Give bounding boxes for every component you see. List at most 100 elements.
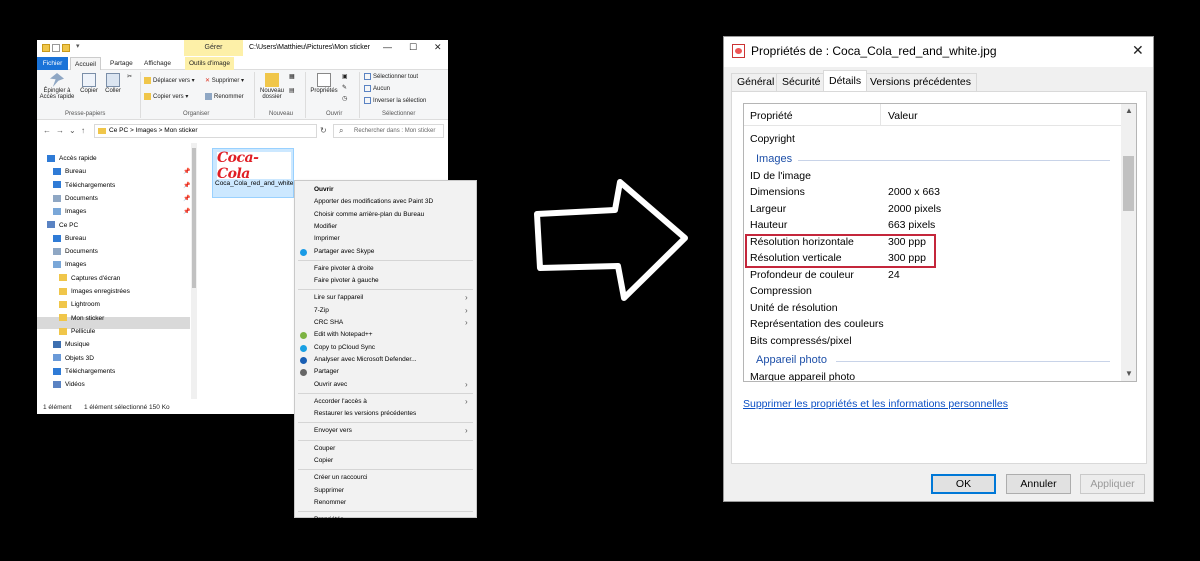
pin-icon[interactable]: 📌 bbox=[183, 195, 190, 202]
property-value[interactable]: 663 pixels bbox=[888, 219, 935, 231]
chevron-up-icon[interactable]: ▲ bbox=[1125, 106, 1133, 115]
context-menu-item[interactable]: Choisir comme arrière-plan du Bureau bbox=[314, 209, 424, 221]
nav-item[interactable]: Mon sticker bbox=[59, 313, 104, 325]
list-scrollbar[interactable] bbox=[1121, 104, 1136, 381]
property-label[interactable]: ID de l'image bbox=[750, 170, 811, 182]
nav-item[interactable]: Documents bbox=[53, 193, 98, 205]
tab-outils-image[interactable]: Outils d'image bbox=[185, 57, 234, 70]
context-menu-item[interactable]: Restaurer les versions précédentes bbox=[314, 408, 416, 420]
context-menu-item[interactable]: Imprimer bbox=[314, 233, 340, 245]
column-divider[interactable] bbox=[880, 104, 881, 126]
property-value[interactable]: 2000 x 663 bbox=[888, 186, 940, 198]
back-arrow-icon[interactable]: ← bbox=[43, 126, 51, 135]
nav-item[interactable]: Bureau bbox=[53, 233, 86, 245]
select-none-button[interactable]: Aucun bbox=[364, 85, 390, 92]
invert-selection-button[interactable]: Inverser la sélection bbox=[364, 97, 426, 104]
nav-item[interactable]: Captures d'écran bbox=[59, 273, 120, 285]
context-menu-item[interactable]: Supprimer bbox=[314, 485, 344, 497]
context-menu-item[interactable]: Propriétés bbox=[314, 514, 344, 526]
column-header-property[interactable]: Propriété bbox=[750, 110, 793, 122]
pin-icon[interactable]: 📌 bbox=[183, 208, 190, 215]
nav-item[interactable]: Images bbox=[53, 206, 86, 218]
tab-general[interactable]: Général bbox=[731, 73, 781, 91]
tab-details[interactable]: Détails bbox=[823, 70, 868, 91]
context-menu-item[interactable]: Envoyer vers bbox=[314, 425, 352, 437]
nav-item[interactable]: Téléchargements bbox=[53, 366, 115, 378]
chevron-down-icon[interactable]: ⌄ bbox=[69, 126, 76, 135]
address-bar[interactable]: Ce PC > Images > Mon sticker bbox=[94, 124, 317, 138]
tab-accueil[interactable]: Accueil bbox=[70, 57, 101, 70]
pin-quick-access-button[interactable]: Épingler à Accès rapide bbox=[39, 73, 75, 100]
properties-quick-icon[interactable] bbox=[52, 44, 60, 52]
nav-item[interactable]: Téléchargements bbox=[53, 180, 115, 192]
context-menu-item[interactable]: Partager bbox=[314, 366, 339, 378]
remove-properties-link[interactable]: Supprimer les propriétés et les informat… bbox=[743, 398, 1008, 410]
tab-affichage[interactable]: Affichage bbox=[140, 57, 175, 70]
refresh-icon[interactable]: ↻ bbox=[320, 126, 327, 135]
copy-to-button[interactable]: Copier vers ▾ bbox=[144, 93, 188, 100]
context-menu-item[interactable]: Copier bbox=[314, 455, 333, 467]
history-icon[interactable]: ◷ bbox=[342, 95, 347, 102]
new-item-icon[interactable]: ▦ bbox=[289, 73, 295, 80]
context-menu-item[interactable]: Partager avec Skype bbox=[314, 246, 374, 258]
nav-item[interactable]: Pellicule bbox=[59, 326, 95, 338]
context-menu-item[interactable]: Lire sur l'appareil bbox=[314, 292, 363, 304]
nav-item[interactable]: Objets 3D bbox=[53, 353, 94, 365]
chevron-down-icon[interactable]: ▼ bbox=[1125, 369, 1133, 378]
tab-versions-precedentes[interactable]: Versions précédentes bbox=[864, 73, 977, 91]
context-menu-item[interactable]: Analyser avec Microsoft Defender... bbox=[314, 354, 417, 366]
apply-button[interactable]: Appliquer bbox=[1080, 474, 1145, 494]
nav-scrollbar-thumb[interactable] bbox=[192, 148, 196, 288]
context-menu-item[interactable]: Copy to pCloud Sync bbox=[314, 342, 375, 354]
edit-icon[interactable]: ✎ bbox=[342, 84, 347, 91]
property-label[interactable]: Largeur bbox=[750, 203, 786, 215]
easy-access-icon[interactable]: ▤ bbox=[289, 87, 295, 94]
cut-icon[interactable]: ✂ bbox=[127, 73, 132, 80]
properties-button[interactable]: Propriétés bbox=[308, 73, 340, 94]
paste-button[interactable]: Coller bbox=[102, 73, 124, 94]
context-menu-item[interactable]: Edit with Notepad++ bbox=[314, 329, 373, 341]
cancel-button[interactable]: Annuler bbox=[1006, 474, 1071, 494]
chevron-down-icon[interactable]: ▾ bbox=[76, 42, 80, 50]
open-icon[interactable]: ▣ bbox=[342, 73, 348, 80]
property-label[interactable]: Représentation des couleurs bbox=[750, 318, 884, 330]
copy-button[interactable]: Copier bbox=[77, 73, 101, 94]
property-label[interactable]: Bits compressés/pixel bbox=[750, 335, 852, 347]
context-menu-item[interactable]: Faire pivoter à gauche bbox=[314, 275, 379, 287]
context-menu-item[interactable]: Ouvrir avec bbox=[314, 379, 347, 391]
property-label[interactable]: Hauteur bbox=[750, 219, 787, 231]
context-menu-item[interactable]: Apporter des modifications avec Paint 3D bbox=[314, 196, 433, 208]
nav-item[interactable]: Accès rapide bbox=[47, 153, 97, 165]
search-input[interactable]: Rechercher dans : Mon sticker bbox=[333, 124, 444, 138]
new-folder-quick-icon[interactable] bbox=[62, 44, 70, 52]
property-label[interactable]: Dimensions bbox=[750, 186, 805, 198]
property-label[interactable]: Profondeur de couleur bbox=[750, 269, 854, 281]
ok-button[interactable]: OK bbox=[931, 474, 996, 494]
context-menu-item[interactable]: Accorder l'accès à bbox=[314, 396, 367, 408]
pin-icon[interactable]: 📌 bbox=[183, 182, 190, 189]
minimize-icon[interactable]: — bbox=[383, 42, 392, 52]
contextual-tab-manage[interactable]: Gérer bbox=[184, 40, 243, 56]
close-icon[interactable]: ✕ bbox=[434, 42, 442, 53]
context-menu-item[interactable]: Renommer bbox=[314, 497, 346, 509]
maximize-icon[interactable]: ☐ bbox=[409, 42, 417, 53]
folder-icon[interactable] bbox=[42, 44, 50, 52]
tab-securite[interactable]: Sécurité bbox=[776, 73, 827, 91]
pin-icon[interactable]: 📌 bbox=[183, 168, 190, 175]
context-menu-item[interactable]: Couper bbox=[314, 443, 335, 455]
tab-fichier[interactable]: Fichier bbox=[37, 57, 68, 70]
forward-arrow-icon[interactable]: → bbox=[56, 126, 64, 135]
list-scrollbar-thumb[interactable] bbox=[1123, 156, 1134, 211]
context-menu-item[interactable]: 7-Zip bbox=[314, 305, 329, 317]
close-icon[interactable]: ✕ bbox=[1132, 42, 1144, 59]
nav-item[interactable]: Lightroom bbox=[59, 299, 100, 311]
nav-item[interactable]: Vidéos bbox=[53, 379, 85, 391]
column-header-value[interactable]: Valeur bbox=[888, 110, 918, 122]
nav-item[interactable]: Musique bbox=[53, 339, 90, 351]
context-menu-item[interactable]: Faire pivoter à droite bbox=[314, 263, 374, 275]
new-folder-button[interactable]: Nouveau dossier bbox=[257, 73, 287, 100]
context-menu-item[interactable]: CRC SHA bbox=[314, 317, 343, 329]
property-label[interactable]: Copyright bbox=[750, 133, 795, 145]
nav-item[interactable]: Ce PC bbox=[47, 220, 78, 232]
delete-button[interactable]: ✕ Supprimer ▾ bbox=[205, 77, 244, 84]
